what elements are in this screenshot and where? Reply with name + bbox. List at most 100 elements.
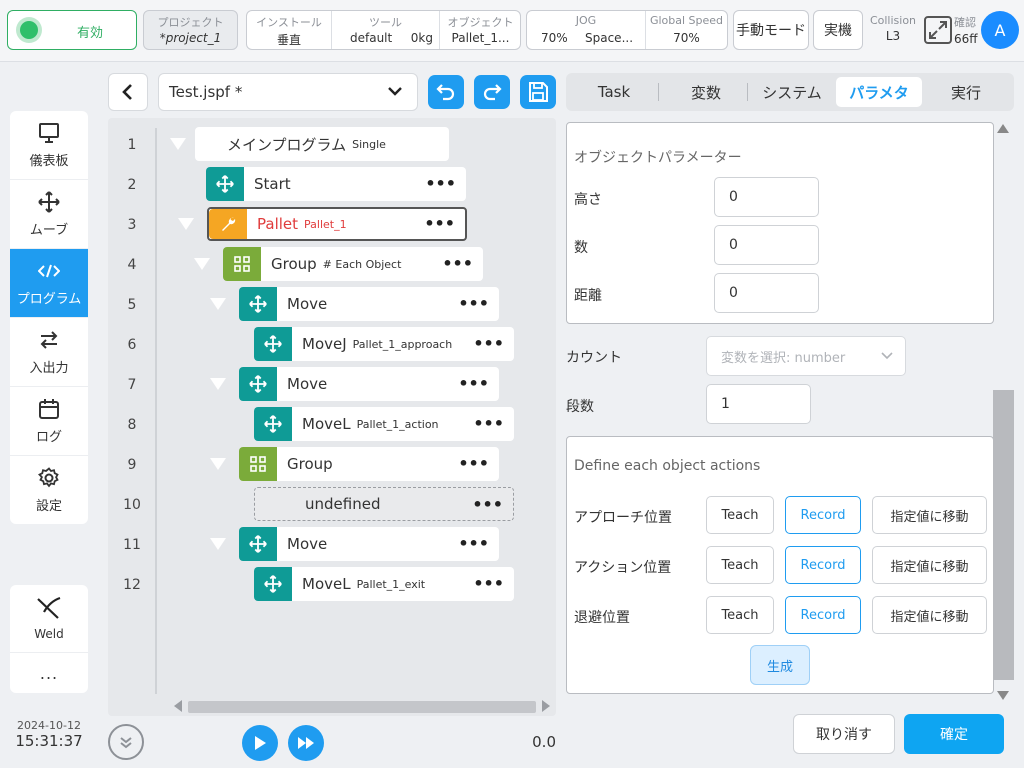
horizontal-scrollbar[interactable] [174,698,550,714]
tree-node-main-program[interactable]: メインプログラム Single [195,127,449,161]
save-button[interactable] [520,75,556,109]
approach-move-to-button[interactable]: 指定値に移動 [872,496,987,534]
undo-button[interactable] [428,75,464,109]
action-move-to-button[interactable]: 指定値に移動 [872,546,987,584]
node-label: Move [287,295,328,313]
tab-run[interactable]: 実行 [926,77,1006,107]
tree-node-move[interactable]: Move ••• [239,287,499,321]
nav-item-io[interactable]: 入出力 [10,318,88,387]
node-menu-button[interactable]: ••• [472,495,503,514]
tab-task[interactable]: Task [566,77,662,107]
node-menu-button[interactable]: ••• [473,334,504,353]
global-speed-segment[interactable]: Global Speed 70% [645,11,727,49]
node-menu-button[interactable]: ••• [442,254,473,273]
node-menu-button[interactable]: ••• [458,454,489,473]
scroll-left-icon[interactable] [174,700,182,712]
object-segment[interactable]: オブジェクト Pallet_1... [439,11,521,49]
tree-guide-line [155,128,157,694]
nav-item-log[interactable]: ログ [10,387,88,456]
file-select[interactable]: Test.jspf * [158,73,418,111]
nav-item-weld[interactable]: Weld [10,585,88,653]
scroll-down-icon[interactable] [997,691,1009,700]
node-menu-button[interactable]: ••• [473,414,504,433]
redo-icon [483,84,502,101]
generate-button[interactable]: 生成 [750,645,810,685]
config-indicator[interactable]: インストール 垂直 ツール default 0kg オブジェクト Pallet_… [246,10,521,50]
number-input[interactable]: 0 [714,225,819,265]
tree-node-move[interactable]: Move ••• [239,367,499,401]
collapse-icon[interactable] [170,138,186,150]
scroll-right-icon[interactable] [542,700,550,712]
collapse-icon[interactable] [210,458,226,470]
calendar-icon [38,398,60,420]
real-robot-button[interactable]: 実機 [813,10,863,50]
node-menu-button[interactable]: ••• [458,534,489,553]
tab-parameters[interactable]: パラメタ [836,77,922,107]
project-indicator[interactable]: プロジェクト *project_1 [143,10,238,50]
enable-status-toggle[interactable]: 有効 [7,10,137,50]
tree-node-movej[interactable]: MoveJ Pallet_1_approach ••• [254,327,514,361]
jog-segment[interactable]: JOG 70% Space... [527,11,645,49]
redo-button[interactable] [474,75,510,109]
node-menu-button[interactable]: ••• [425,174,456,193]
back-button[interactable] [108,73,148,111]
node-menu-button[interactable]: ••• [473,574,504,593]
tab-divider [747,83,748,101]
nav-item-dashboard[interactable]: 儀表板 [10,111,88,180]
action-record-button[interactable]: Record [785,546,861,584]
action-teach-button[interactable]: Teach [706,546,774,584]
avatar[interactable]: A [981,11,1019,49]
nav-item-move[interactable]: ムーブ [10,180,88,249]
tree-node-undefined[interactable]: undefined ••• [254,487,514,521]
collapse-icon[interactable] [178,218,194,230]
collapse-icon[interactable] [210,538,226,550]
play-button[interactable] [242,725,278,761]
retreat-move-to-button[interactable]: 指定値に移動 [872,596,987,634]
collapse-icon[interactable] [210,378,226,390]
step-forward-button[interactable] [288,725,324,761]
retreat-record-button[interactable]: Record [785,596,861,634]
tree-node-group[interactable]: Group # Each Object ••• [223,247,483,281]
stages-label: 段数 [566,399,594,415]
tree-node-group[interactable]: Group ••• [239,447,499,481]
line-number: 7 [127,377,137,393]
node-menu-button[interactable]: ••• [458,374,489,393]
tree-node-move[interactable]: Move ••• [239,527,499,561]
scroll-up-icon[interactable] [997,124,1009,133]
distance-input[interactable]: 0 [714,273,819,313]
install-segment[interactable]: インストール 垂直 [247,11,331,49]
tree-node-start[interactable]: Start ••• [206,167,466,201]
tab-system[interactable]: システム [750,77,834,107]
tab-variables[interactable]: 変数 [662,77,750,107]
more-button[interactable]: ... [10,653,88,693]
retreat-teach-button[interactable]: Teach [706,596,774,634]
line-number: 11 [123,537,141,553]
tree-node-pallet[interactable]: Pallet Pallet_1 ••• [207,207,467,241]
height-input[interactable]: 0 [714,177,819,217]
nav-item-settings[interactable]: 設定 [10,456,88,524]
tree-node-movel[interactable]: MoveL Pallet_1_action ••• [254,407,514,441]
expand-down-button[interactable] [108,724,144,760]
approach-teach-button[interactable]: Teach [706,496,774,534]
approach-record-button[interactable]: Record [785,496,861,534]
scroll-thumb[interactable] [993,390,1014,680]
tree-node-movel[interactable]: MoveL Pallet_1_exit ••• [254,567,514,601]
count-variable-select[interactable]: 変数を選択: number [706,336,906,376]
grid-icon [239,447,277,481]
stages-input[interactable]: 1 [706,384,811,424]
expand-icon[interactable] [924,16,952,44]
clock-date: 2024-10-12 [17,719,81,732]
confirm-button[interactable]: 確定 [904,714,1004,754]
cancel-button[interactable]: 取り消す [793,714,895,754]
jog-indicator[interactable]: JOG 70% Space... Global Speed 70% [526,10,728,50]
line-number: 3 [127,217,137,233]
tool-segment[interactable]: ツール default 0kg [331,11,439,49]
scroll-thumb[interactable] [188,701,536,713]
manual-mode-button[interactable]: 手動モード [733,10,809,50]
nav-item-program[interactable]: プログラム [10,249,88,318]
collapse-icon[interactable] [194,258,210,270]
node-menu-button[interactable]: ••• [458,294,489,313]
collapse-icon[interactable] [210,298,226,310]
vertical-scrollbar[interactable] [993,122,1014,702]
node-menu-button[interactable]: ••• [424,214,455,233]
